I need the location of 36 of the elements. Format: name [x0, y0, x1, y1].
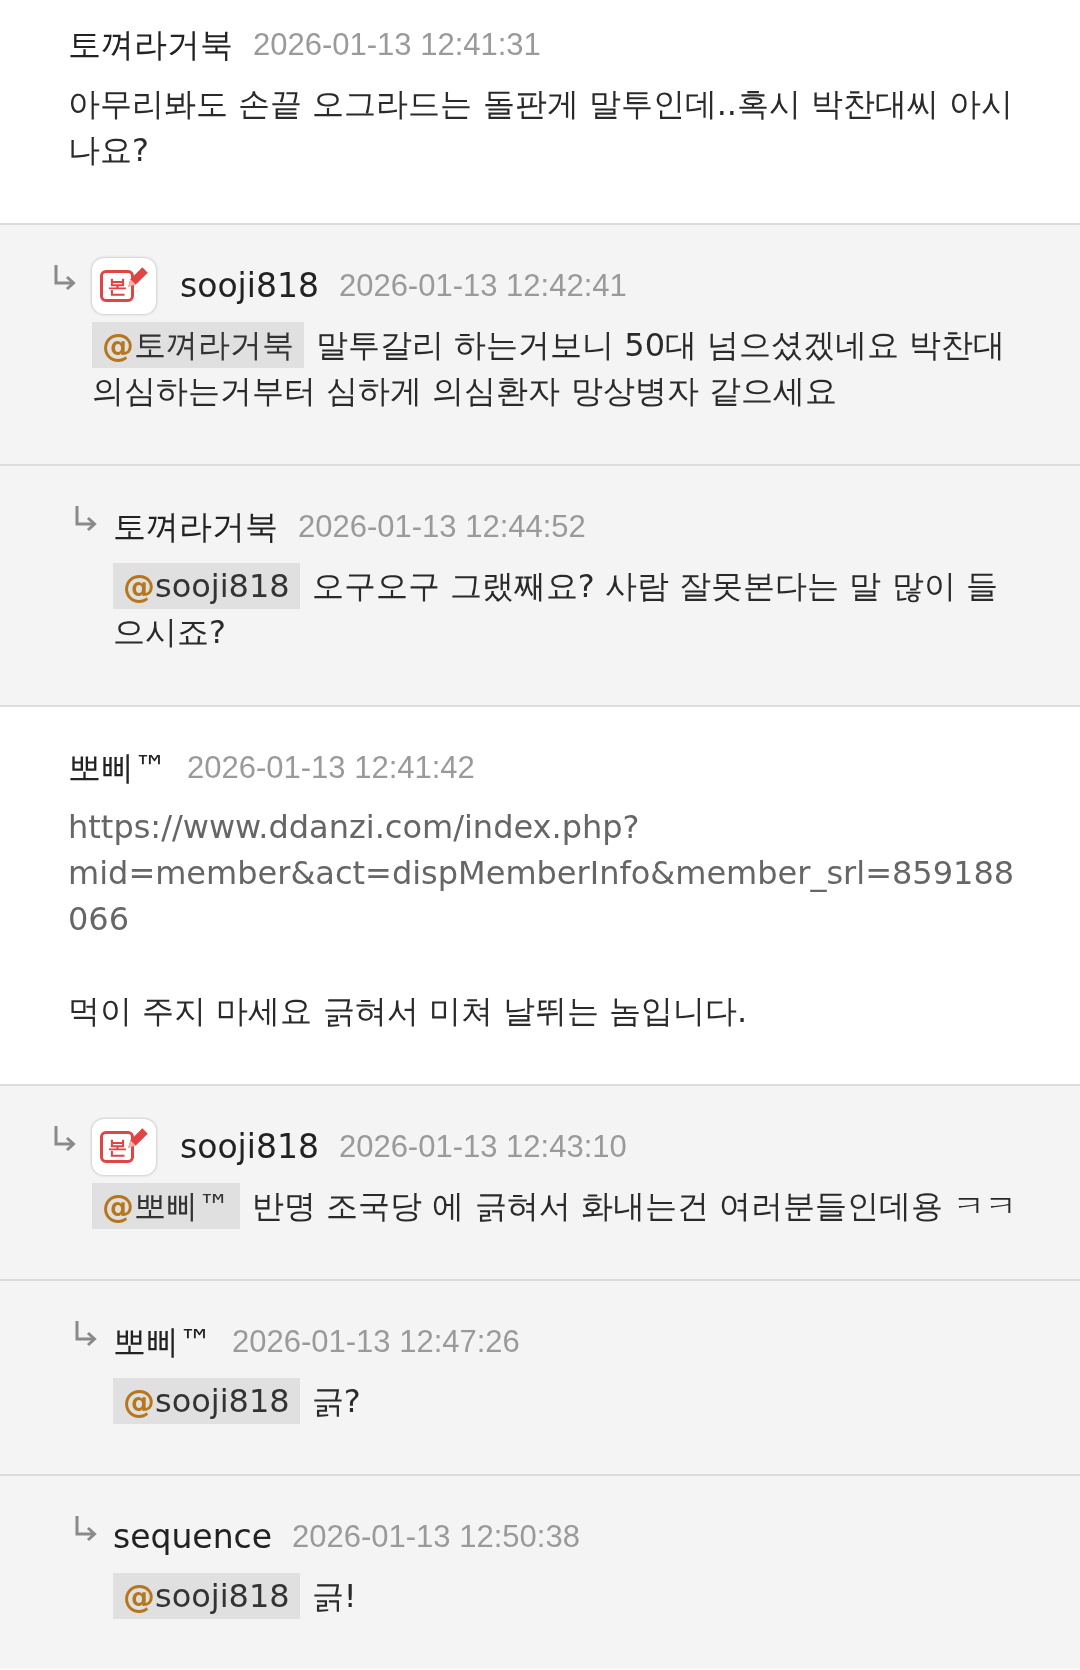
- pencil-icon: [125, 1125, 151, 1151]
- author-name[interactable]: 토껴라거북: [113, 503, 278, 551]
- author-name[interactable]: sequence: [113, 1513, 273, 1561]
- reply-arrow-icon: [52, 1125, 78, 1153]
- author-name[interactable]: 뽀삐™: [68, 744, 167, 792]
- comment-text: 먹이 주지 마세요 긁혀서 미쳐 날뛰는 놈입니다.: [68, 991, 749, 1032]
- author-name[interactable]: sooji818: [180, 262, 319, 310]
- mention-link[interactable]: @sooji818: [113, 1378, 300, 1424]
- comment-time: 2026-01-13 12:44:52: [298, 508, 586, 546]
- comment-time: 2026-01-13 12:50:38: [292, 1518, 580, 1556]
- url-link[interactable]: https://www.ddanzi.com/index.php?mid=member&act=dispMemberInfo&member_srl=859188066: [68, 804, 1020, 942]
- comment-text: @sooji818 긁!: [113, 1573, 1020, 1619]
- comment-text: 아무리봐도 손끝 오그라드는 돌판게 말투인데..혹시 박찬대씨 아시나요?: [68, 84, 1015, 171]
- author-name[interactable]: 토껴라거북: [68, 21, 233, 69]
- comment-text: @뽀삐™ 반명 조국당 에 긁혀서 화내는건 여러분들인데용 ㅋㅋ: [92, 1183, 1020, 1229]
- comment-time: 2026-01-13 12:42:41: [338, 267, 627, 305]
- mention-link[interactable]: @sooji818: [113, 1573, 300, 1619]
- comment-text: @토껴라거북 말투갈리 하는거보니 50대 넘으셨겠네요 박찬대 의심하는거부터 심하게 의심환자 망상병자 같으세요: [92, 322, 1020, 414]
- badge-label: 본: [100, 1131, 134, 1163]
- mention-link[interactable]: @토껴라거북: [92, 322, 304, 368]
- pencil-icon: [125, 264, 151, 290]
- comment-time: 2026-01-13 12:41:31: [253, 26, 541, 64]
- reply-arrow-icon: [73, 1515, 99, 1543]
- comment-time: 2026-01-13 12:43:10: [338, 1128, 627, 1166]
- author-name[interactable]: 뽀삐™: [113, 1318, 212, 1366]
- comment-time: 2026-01-13 12:41:42: [187, 749, 475, 787]
- mention-link[interactable]: @뽀삐™: [92, 1183, 240, 1229]
- comment-text: @sooji818 긁?: [113, 1378, 1020, 1424]
- badge-label: 본: [100, 270, 134, 302]
- comment-text: @sooji818 오구오구 그랬째요? 사람 잘못본다는 말 많이 들으시죠?: [113, 563, 1020, 655]
- reply-arrow-icon: [73, 1320, 99, 1348]
- reply-arrow-icon: [73, 505, 99, 533]
- comment-time: 2026-01-13 12:47:26: [232, 1323, 520, 1361]
- author-name[interactable]: sooji818: [180, 1123, 319, 1171]
- reply-arrow-icon: [52, 264, 78, 292]
- mention-link[interactable]: @sooji818: [113, 563, 300, 609]
